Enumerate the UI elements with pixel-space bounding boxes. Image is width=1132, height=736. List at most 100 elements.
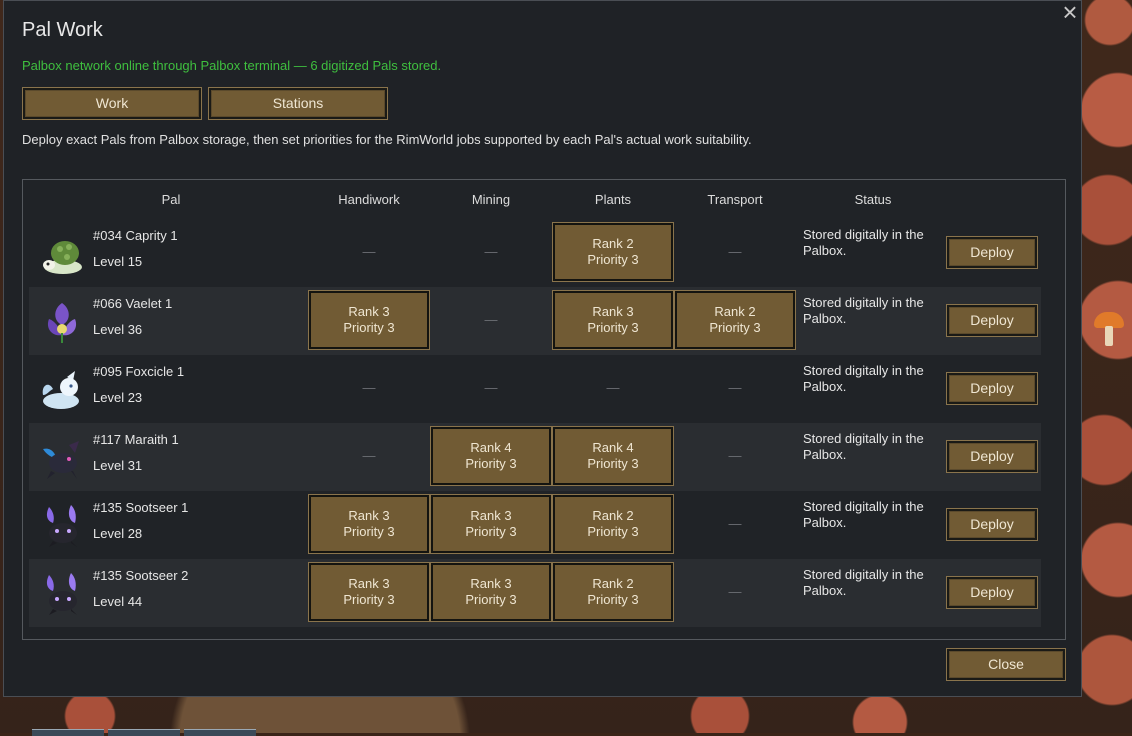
deploy-button[interactable]: Deploy	[946, 576, 1038, 609]
empty-dash: —	[728, 244, 742, 259]
rank-label: Rank 2	[592, 576, 634, 591]
pal-level: Level 36	[93, 322, 143, 337]
maraith-icon	[39, 435, 85, 481]
table-row: #135 Sootseer 2 Level 44 Rank 3 Priority 3R…	[29, 559, 1041, 627]
table-row: #066 Vaelet 1 Level 36 Rank 3 Priority 3— Ra…	[29, 287, 1041, 355]
empty-dash: —	[484, 312, 498, 327]
tab-stations[interactable]: Stations	[208, 87, 388, 120]
pal-status: Stored digitally in the Palbox.	[803, 567, 924, 598]
pal-work-table: Pal Handiwork Mining Plants Transport St…	[22, 179, 1066, 640]
plants-priority-button[interactable]: Rank 2 Priority 3	[552, 494, 674, 554]
mining-cell: Rank 4 Priority 3	[430, 426, 552, 486]
rank-label: Rank 2	[592, 236, 634, 251]
handiwork-priority-button[interactable]: Rank 3 Priority 3	[308, 494, 430, 554]
empty-dash: —	[362, 448, 376, 463]
pal-name: #066 Vaelet 1	[93, 296, 173, 311]
plants-priority-button[interactable]: Rank 2 Priority 3	[552, 222, 674, 282]
pal-status: Stored digitally in the Palbox.	[803, 227, 924, 258]
empty-dash: —	[484, 380, 498, 395]
close-icon[interactable]: ×	[1058, 0, 1082, 25]
priority-label: Priority 3	[465, 524, 517, 539]
pal-status: Stored digitally in the Palbox.	[803, 363, 924, 394]
column-header-handiwork: Handiwork	[338, 192, 400, 207]
handiwork-priority-button[interactable]: Rank 3 Priority 3	[308, 562, 430, 622]
palbox-status: Palbox network online through Palbox ter…	[22, 58, 442, 73]
handiwork-priority-button[interactable]: Rank 3 Priority 3	[308, 290, 430, 350]
tab-work[interactable]: Work	[22, 87, 202, 120]
priority-label: Priority 3	[343, 320, 395, 335]
handiwork-cell: Rank 3 Priority 3	[308, 494, 430, 554]
mining-cell: —	[431, 359, 551, 417]
plants-cell: Rank 2 Priority 3	[552, 562, 674, 622]
table-row: #095 Foxcicle 1 Level 23 — — — — Stored digita…	[29, 355, 1041, 423]
plants-cell: Rank 3 Priority 3	[552, 290, 674, 350]
empty-dash: —	[728, 448, 742, 463]
deploy-button[interactable]: Deploy	[946, 440, 1038, 473]
rank-label: Rank 3	[348, 304, 390, 319]
plants-cell: Rank 4 Priority 3	[552, 426, 674, 486]
plants-priority-button[interactable]: Rank 4 Priority 3	[552, 426, 674, 486]
pal-status: Stored digitally in the Palbox.	[803, 431, 924, 462]
deploy-button[interactable]: Deploy	[946, 304, 1038, 337]
pal-name: #095 Foxcicle 1	[93, 364, 185, 379]
mining-cell: —	[431, 223, 551, 281]
close-button[interactable]: Close	[946, 648, 1066, 681]
priority-label: Priority 3	[587, 592, 639, 607]
rank-label: Rank 3	[470, 508, 512, 523]
priority-label: Priority 3	[587, 524, 639, 539]
priority-label: Priority 3	[343, 592, 395, 607]
priority-label: Priority 3	[587, 456, 639, 471]
priority-label: Priority 3	[587, 320, 639, 335]
pal-status: Stored digitally in the Palbox.	[803, 499, 924, 530]
transport-cell: —	[675, 223, 795, 281]
table-row: #117 Maraith 1 Level 31— Rank 4 Priority 3R…	[29, 423, 1041, 491]
rank-label: Rank 3	[592, 304, 634, 319]
table-row: #135 Sootseer 1 Level 28 Rank 3 Priority 3R…	[29, 491, 1041, 559]
mining-priority-button[interactable]: Rank 3 Priority 3	[430, 562, 552, 622]
rank-label: Rank 3	[348, 576, 390, 591]
plants-priority-button[interactable]: Rank 2 Priority 3	[552, 562, 674, 622]
transport-cell: —	[675, 427, 795, 485]
plants-cell: Rank 2 Priority 3	[552, 494, 674, 554]
empty-dash: —	[362, 380, 376, 395]
transport-cell: —	[675, 495, 795, 553]
mining-priority-button[interactable]: Rank 3 Priority 3	[430, 494, 552, 554]
pal-status: Stored digitally in the Palbox.	[803, 295, 924, 326]
window-title: Pal Work	[22, 19, 103, 41]
transport-priority-button[interactable]: Rank 2 Priority 3	[674, 290, 796, 350]
rank-label: Rank 4	[592, 440, 634, 455]
mining-cell: —	[431, 291, 551, 349]
deploy-button[interactable]: Deploy	[946, 508, 1038, 541]
pal-level: Level 15	[93, 254, 143, 269]
mining-priority-button[interactable]: Rank 4 Priority 3	[430, 426, 552, 486]
rank-label: Rank 2	[714, 304, 756, 319]
rank-label: Rank 2	[592, 508, 634, 523]
empty-dash: —	[728, 380, 742, 395]
vaelet-icon	[39, 299, 85, 345]
transport-cell: —	[675, 359, 795, 417]
caprity-icon	[39, 231, 85, 277]
pal-work-window: Pal Work Palbox network online through P…	[3, 0, 1082, 697]
empty-dash: —	[606, 380, 620, 395]
pal-level: Level 23	[93, 390, 143, 405]
pal-name: #034 Caprity 1	[93, 228, 178, 243]
pal-level: Level 44	[93, 594, 143, 609]
mushroom-sprite	[1094, 312, 1124, 348]
column-header-pal: Pal	[161, 192, 181, 207]
sootseer-icon	[39, 503, 85, 549]
column-header-plants: Plants	[594, 192, 632, 207]
rank-label: Rank 3	[470, 576, 512, 591]
plants-priority-button[interactable]: Rank 3 Priority 3	[552, 290, 674, 350]
column-header-mining: Mining	[471, 192, 511, 207]
priority-label: Priority 3	[709, 320, 761, 335]
deploy-button[interactable]: Deploy	[946, 236, 1038, 269]
pal-name: #117 Maraith 1	[93, 432, 179, 447]
handiwork-cell: Rank 3 Priority 3	[308, 562, 430, 622]
pal-level: Level 31	[93, 458, 143, 473]
window-description: Deploy exact Pals from Palbox storage, t…	[22, 132, 752, 147]
foxcicle-icon	[39, 367, 85, 413]
table-row: #034 Caprity 1 Level 15 — — Rank 2 Priority 3…	[29, 219, 1041, 287]
pal-name: #135 Sootseer 2	[93, 568, 189, 583]
deploy-button[interactable]: Deploy	[946, 372, 1038, 405]
priority-label: Priority 3	[465, 456, 517, 471]
